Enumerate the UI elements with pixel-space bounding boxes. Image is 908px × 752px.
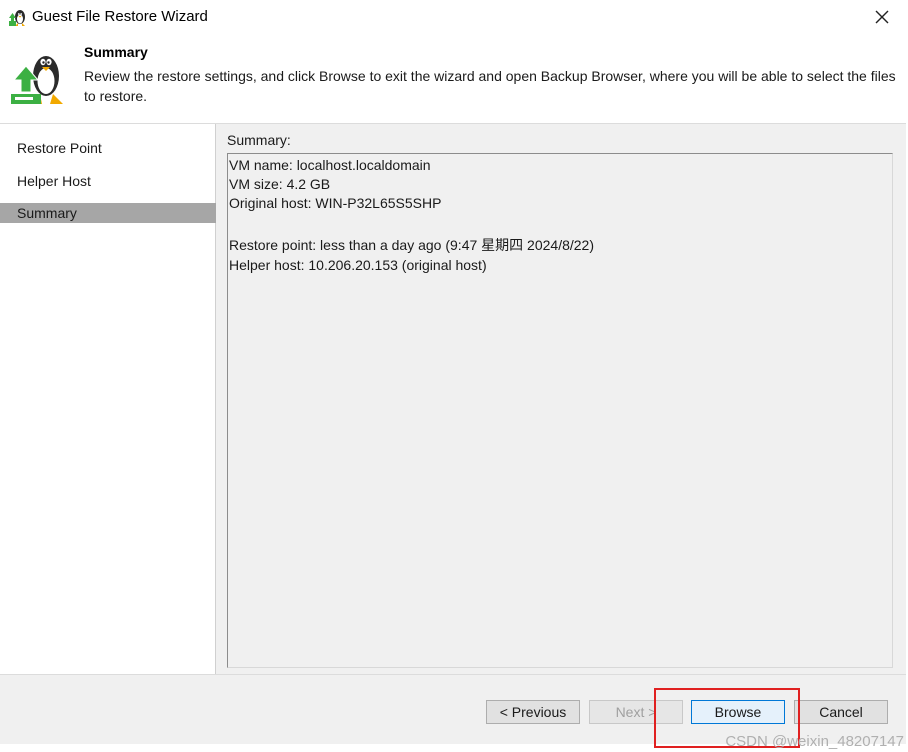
veeam-linux-icon — [8, 8, 28, 28]
sidebar-item-helper-host[interactable]: Helper Host — [0, 171, 216, 191]
sidebar-item-summary[interactable]: Summary — [0, 203, 216, 223]
summary-line-vm-name: VM name: localhost.localdomain — [229, 157, 431, 173]
page-title: Summary — [84, 44, 148, 60]
cancel-button[interactable]: Cancel — [794, 700, 888, 724]
summary-panel: Summary: VM name: localhost.localdomain … — [217, 124, 906, 674]
sidebar-item-restore-point[interactable]: Restore Point — [0, 138, 216, 158]
window-title: Guest File Restore Wizard — [32, 8, 208, 25]
linux-restore-icon — [8, 48, 70, 110]
browse-button[interactable]: Browse — [691, 700, 785, 724]
summary-label: Summary: — [227, 132, 291, 148]
previous-button[interactable]: < Previous — [486, 700, 580, 724]
wizard-header: Summary Review the restore settings, and… — [0, 36, 906, 124]
wizard-steps-sidebar: Restore Point Helper Host Summary — [0, 124, 216, 674]
next-button[interactable]: Next > — [589, 700, 683, 724]
wizard-window: Guest File Restore Wizard Summary Review… — [0, 0, 906, 744]
title-bar: Guest File Restore Wizard — [0, 0, 906, 36]
summary-line-blank — [229, 213, 891, 232]
summary-line-helper-host: Helper host: 10.206.20.153 (original hos… — [229, 257, 487, 273]
watermark-text: CSDN @weixin_48207147 — [725, 733, 904, 750]
close-icon — [875, 10, 889, 27]
summary-line-vm-size: VM size: 4.2 GB — [229, 176, 331, 192]
summary-line-original-host: Original host: WIN-P32L65S5SHP — [229, 195, 442, 211]
page-description: Review the restore settings, and click B… — [84, 68, 896, 104]
summary-text-box[interactable]: VM name: localhost.localdomain VM size: … — [227, 153, 893, 668]
close-button[interactable] — [870, 6, 894, 30]
summary-line-restore-point: Restore point: less than a day ago (9:47… — [229, 237, 594, 253]
